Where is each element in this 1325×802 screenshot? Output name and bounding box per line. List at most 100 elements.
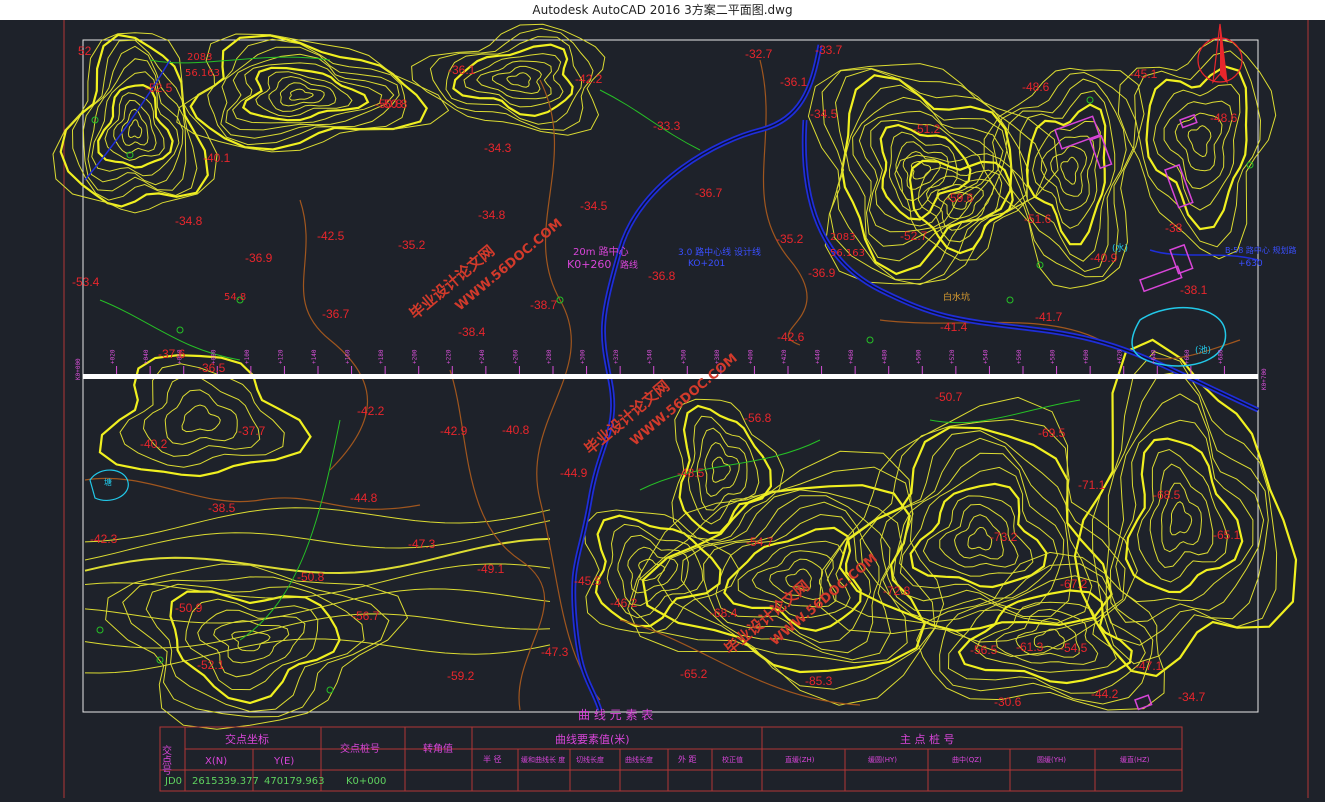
- elevation-label: -48.6: [1210, 111, 1238, 125]
- elevation-label: -44.9: [560, 466, 588, 480]
- elevation-label: -36.9: [245, 251, 273, 265]
- contour-line: [127, 119, 143, 139]
- station-tick-label: +680: [1217, 349, 1224, 364]
- tree-icon: [326, 686, 334, 694]
- sub-zh: 直缓(ZH): [785, 755, 815, 764]
- building-icon: [1179, 113, 1198, 129]
- station-tick-label: +240: [479, 349, 486, 364]
- elevation-label: -51.2: [913, 122, 941, 136]
- route-centerline: [83, 374, 1258, 379]
- contour-line: [967, 526, 993, 551]
- vegetation-line: [599, 89, 701, 151]
- station-ticks: +020 +040 +060 +080 +100 +120 +140 +160 +180 +200…: [110, 349, 1225, 374]
- elevation-label: -40.2: [140, 437, 168, 451]
- station-tick-label: +120: [277, 349, 284, 364]
- contour-line: [105, 563, 409, 730]
- annotation-design: 3.0 路中心线 设计线: [678, 246, 761, 258]
- station-start-label: K0+000: [75, 358, 82, 380]
- elevation-label: -38.5: [208, 501, 236, 515]
- annotation-stone: 白水坑: [943, 291, 970, 303]
- elevation-label: -51.6: [1024, 212, 1052, 226]
- elevation-label: -37.7: [238, 424, 266, 438]
- drawing-canvas[interactable]: +020 +040 +060 +080 +100 +120 +140 +160 +180 +200…: [0, 20, 1325, 798]
- station-tick-label: +620: [1117, 349, 1124, 364]
- elevation-label: -65.2: [680, 667, 708, 681]
- elevation-label: -85.3: [805, 674, 833, 688]
- elevation-label: -45.5: [574, 574, 602, 588]
- annotation-center: 20m 路中心: [573, 245, 629, 258]
- elevation-label: -47.3: [541, 645, 569, 659]
- elevation-label: -45.1: [1130, 67, 1158, 81]
- building-icon: [1139, 265, 1183, 293]
- cad-drawing[interactable]: +020 +040 +060 +080 +100 +120 +140 +160 +180 +200…: [0, 20, 1325, 798]
- elevation-label: -47.3: [408, 537, 436, 551]
- elevation-label: -34.5: [580, 199, 608, 213]
- elevation-label: -65.1: [1213, 528, 1241, 542]
- tree-icon: [156, 656, 164, 664]
- elevation-label: -54.7: [746, 535, 774, 549]
- station-tick-label: +640: [1150, 349, 1157, 364]
- tree-icon: [866, 336, 874, 344]
- row-station: K0+000: [346, 776, 386, 787]
- contour-line: [84, 638, 551, 674]
- elevation-label: -53.4: [72, 275, 100, 289]
- station-tick-label: +440: [815, 349, 822, 364]
- station-tick-label: +140: [311, 349, 318, 364]
- contour-line: [910, 161, 932, 180]
- station-tick-label: +340: [647, 349, 654, 364]
- elevation-label: -52.1: [197, 658, 225, 672]
- elevation-label: -33.3: [653, 119, 681, 133]
- elevation-label: -48.5: [677, 466, 705, 480]
- annotation-water: (水): [1112, 242, 1128, 254]
- elevation-label: -41.4: [940, 320, 968, 334]
- contour-line: [1105, 371, 1269, 646]
- contour-line: [1060, 156, 1079, 185]
- contour-line: [279, 82, 325, 107]
- station-tick-label: +500: [915, 349, 922, 364]
- elevation-label: 52: [78, 44, 92, 58]
- elevation-label: -36.1: [448, 63, 476, 77]
- contour-line: [1091, 351, 1278, 665]
- elevation-label: -40.8: [502, 423, 530, 437]
- station-tick-label: +320: [613, 349, 620, 364]
- elevation-label: -36.9: [808, 266, 836, 280]
- col-main-header: 主 点 桩 号: [900, 732, 955, 746]
- elevation-label: -33.7: [815, 43, 843, 57]
- contour-line: [87, 58, 184, 186]
- window-title: Autodesk AutoCAD 2016 3方案二平面图.dwg: [0, 0, 1325, 20]
- elevation-label: -42.6: [777, 330, 805, 344]
- elevation-label: -38.4: [458, 325, 486, 339]
- sub-qz: 曲中(QZ): [952, 755, 982, 764]
- elevation-label: -56.5: [970, 643, 998, 657]
- contour-line: [1136, 448, 1229, 583]
- contour-line: [975, 601, 1117, 673]
- elevation-label: -42.2: [357, 404, 385, 418]
- sub-radius: 半 径: [483, 754, 502, 764]
- elevation-label: -38: [1165, 221, 1183, 235]
- vegetation-line: [239, 419, 341, 641]
- station-tick-label: +020: [110, 349, 117, 364]
- row-x: 2615339.377: [192, 776, 259, 787]
- station-tick-label: +160: [345, 349, 352, 364]
- elevation-label: -44.2: [1091, 687, 1119, 701]
- elevation-label: -35.2: [398, 238, 426, 252]
- contour-line: [1169, 501, 1193, 536]
- elevation-label: -69.5: [1038, 426, 1066, 440]
- elevation-label: -50.9: [175, 601, 203, 615]
- col-coord-header: 交点坐标: [225, 732, 269, 746]
- tree-icon: [1086, 96, 1094, 104]
- elevation-label: -50.8: [297, 570, 325, 584]
- elevation-label: -36.5: [198, 361, 226, 375]
- tree-icon: [176, 326, 184, 334]
- annotation-right-edge2: +630: [1238, 259, 1263, 269]
- station-tick-label: +600: [1083, 349, 1090, 364]
- elevation-label: -52.7: [900, 229, 928, 243]
- contour-line: [939, 563, 1154, 705]
- station-tick-label: +480: [882, 349, 889, 364]
- elevation-label: -35.2: [776, 232, 804, 246]
- elevation-label: -54.5: [1060, 641, 1088, 655]
- col-angle-header: 转角值: [423, 742, 453, 755]
- station-tick-label: +560: [1016, 349, 1023, 364]
- annotation-k0: K0+260: [567, 258, 611, 271]
- vegetation-line: [149, 56, 331, 64]
